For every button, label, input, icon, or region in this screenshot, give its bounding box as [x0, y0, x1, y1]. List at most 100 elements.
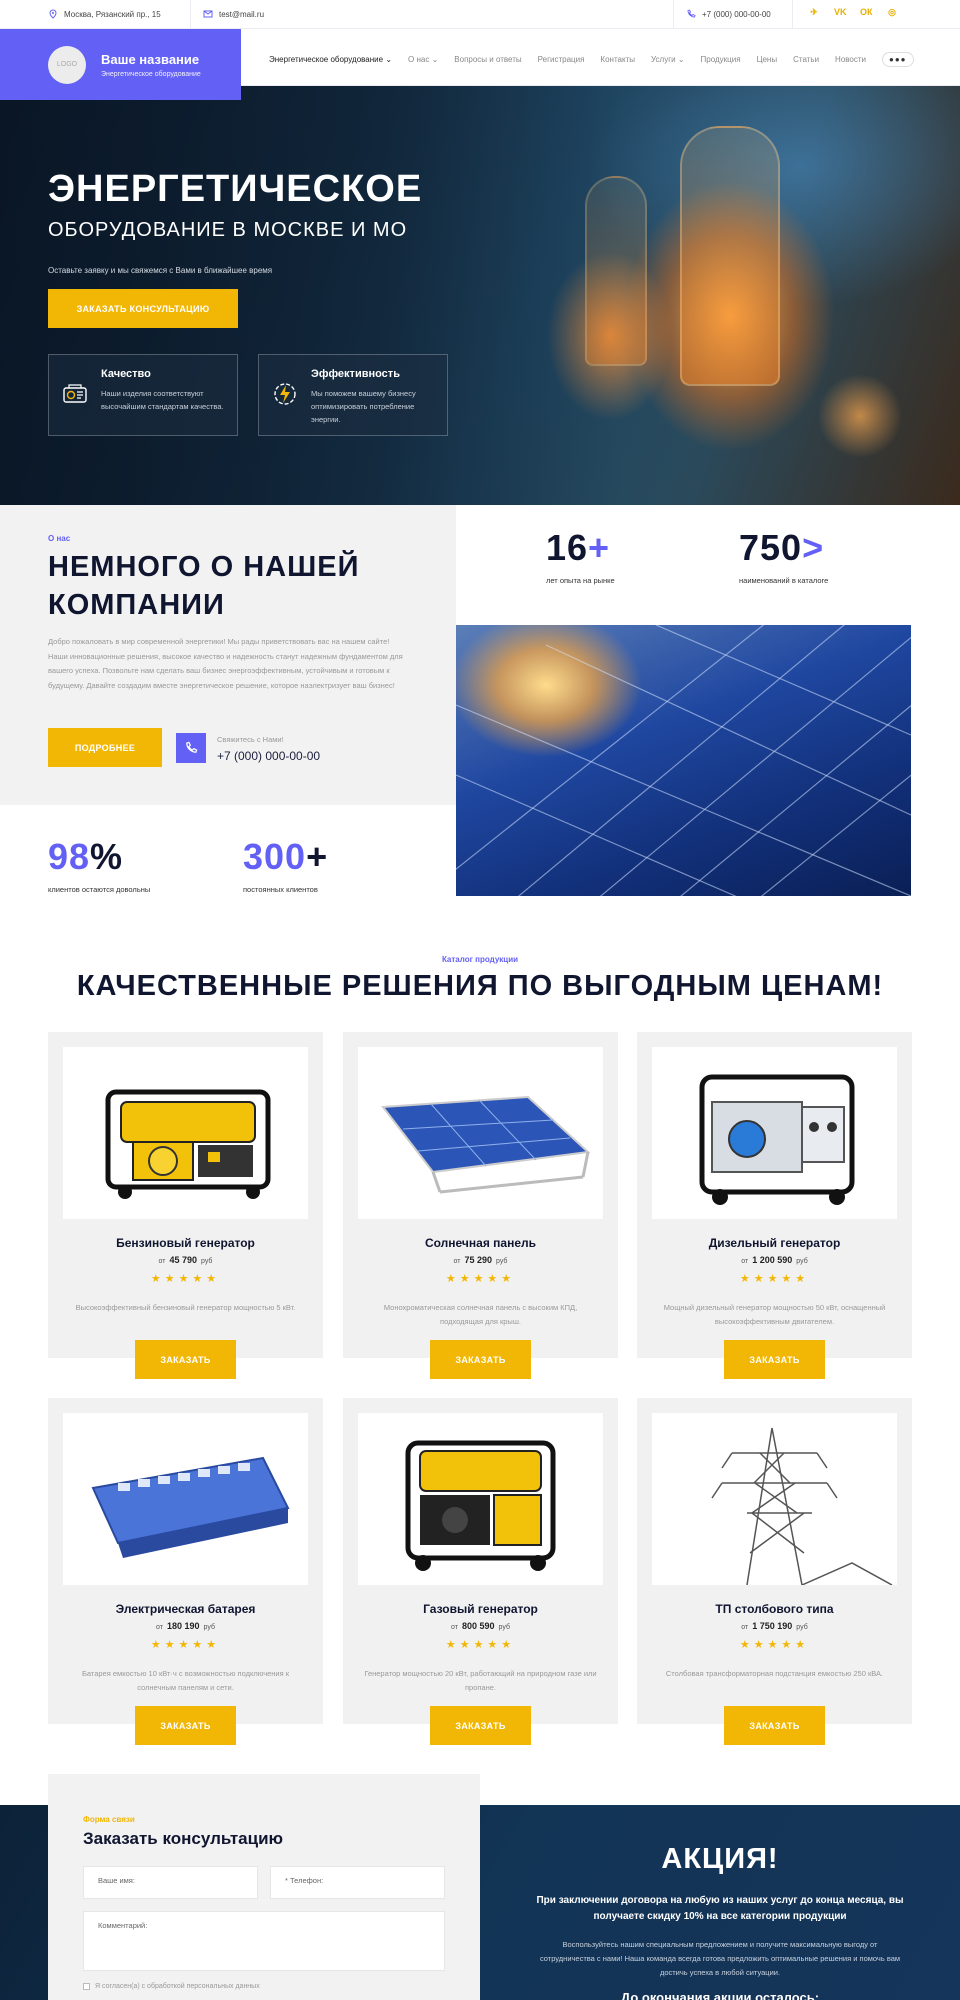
promo-countdown-title: До окончания акции осталось:	[620, 1990, 820, 2000]
email[interactable]: test@mail.ru	[203, 9, 264, 19]
order-button[interactable]: ЗАКАЗАТЬ	[724, 1340, 825, 1379]
price-value: 1 200 590	[752, 1255, 793, 1265]
brand-text: Ваше название Энергетическое оборудовани…	[101, 52, 201, 78]
feature-text: Наши изделия соответствуют высочайшим ст…	[101, 389, 224, 411]
product-image-solar-panel[interactable]	[358, 1047, 603, 1219]
nav-item-prices[interactable]: Цены	[757, 55, 778, 64]
order-button[interactable]: ЗАКАЗАТЬ	[430, 1706, 531, 1745]
order-button[interactable]: ЗАКАЗАТЬ	[135, 1340, 236, 1379]
nav-item-contacts[interactable]: Контакты	[600, 55, 635, 64]
price-prefix: от	[158, 1258, 166, 1265]
product-name: Электрическая батарея	[115, 1602, 256, 1616]
address: Москва, Рязанский пр., 15	[48, 9, 161, 19]
stat-years: 16+	[546, 527, 610, 569]
consent-checkbox[interactable]: Я согласен(а) с обработкой персональных …	[83, 1983, 260, 1990]
phone-input[interactable]: * Телефон:	[270, 1866, 445, 1899]
price-currency: руб	[498, 1624, 510, 1631]
price-currency: руб	[496, 1258, 508, 1265]
address-text: Москва, Рязанский пр., 15	[64, 9, 161, 19]
stat-suffix: +	[306, 836, 329, 877]
rating-stars: ★★★★★	[739, 1273, 810, 1285]
price-currency: руб	[796, 1258, 808, 1265]
stat-value: 16	[546, 527, 589, 568]
product-price: от 1 750 190 руб	[637, 1621, 912, 1631]
feature-title: Эффективность	[311, 368, 400, 380]
promo-title: АКЦИЯ!	[661, 1843, 779, 1875]
product-card: Солнечная панель от 75 290 руб ★★★★★ Монох…	[343, 1032, 618, 1379]
divider	[673, 0, 674, 29]
solar-panel-grid	[456, 625, 911, 896]
product-image-battery[interactable]	[63, 1413, 308, 1585]
order-button[interactable]: ЗАКАЗАТЬ	[135, 1706, 236, 1745]
hero-lamp-decoration	[585, 176, 647, 366]
stat-label: клиентов остаются довольны	[48, 885, 151, 894]
consultation-button[interactable]: ЗАКАЗАТЬ КОНСУЛЬТАЦИЮ	[48, 289, 238, 328]
phone-icon	[186, 741, 198, 753]
nav-item-products[interactable]: Продукция	[701, 55, 741, 64]
product-image-transmission-tower[interactable]	[652, 1413, 897, 1585]
about-title: НЕМНОГО О НАШЕЙ КОМПАНИИ	[48, 551, 360, 621]
contact-phone[interactable]: +7 (000) 000-00-00	[217, 749, 320, 763]
product-name: Дизельный генератор	[708, 1236, 841, 1250]
about-text: Добро пожаловать в мир современной энерг…	[48, 637, 403, 690]
rating-stars: ★★★★★	[445, 1639, 516, 1651]
product-image-petrol-generator[interactable]	[63, 1047, 308, 1219]
brand[interactable]: LOGO Ваше название Энергетическое оборуд…	[0, 29, 241, 100]
phone[interactable]: +7 (000) 000-00-00	[686, 9, 771, 19]
more-menu-button[interactable]: ●●●	[882, 52, 914, 67]
order-button[interactable]: ЗАКАЗАТЬ	[430, 1340, 531, 1379]
form-title: Заказать консультацию	[83, 1829, 284, 1848]
comment-input[interactable]: Комментарий:	[83, 1911, 445, 1971]
stat-label: лет опыта на рынке	[546, 576, 615, 585]
vk-icon[interactable]: VK	[834, 7, 847, 18]
phone-icon	[687, 9, 696, 18]
chevron-down-icon: ⌄	[431, 55, 439, 64]
transmission-tower-illustration	[711, 1427, 893, 1585]
rating-stars: ★★★★★	[445, 1273, 516, 1285]
product-card: Дизельный генератор от 1 200 590 руб ★★★★★…	[637, 1032, 912, 1379]
nav-item-registration[interactable]: Регистрация	[538, 55, 585, 64]
price-value: 800 590	[462, 1621, 495, 1631]
product-description: Батарея емкостью 10 кВт·ч с возможностью…	[81, 1669, 290, 1692]
nav-item-news[interactable]: Новости	[835, 55, 866, 64]
feature-title: Качество	[101, 368, 151, 380]
product-card: Газовый генератор от 800 590 руб ★★★★★ Ген…	[343, 1398, 618, 1745]
chevron-down-icon: ⌄	[385, 55, 393, 64]
nav-item-articles[interactable]: Статьи	[793, 55, 819, 64]
nav-item-equipment[interactable]: Энергетическое оборудование ⌄	[269, 55, 392, 64]
price-prefix: от	[741, 1258, 749, 1265]
stat-suffix: +	[588, 527, 611, 568]
quality-badge-icon	[63, 384, 87, 403]
product-image-diesel-generator[interactable]	[652, 1047, 897, 1219]
nav-item-about[interactable]: О нас ⌄	[408, 55, 438, 64]
mail-icon	[203, 10, 213, 18]
product-description: Столбовая трансформаторная подстанция ем…	[665, 1669, 884, 1678]
location-icon	[49, 9, 57, 19]
more-button[interactable]: ПОДРОБНЕЕ	[48, 728, 162, 767]
name-input[interactable]: Ваше имя:	[83, 1866, 258, 1899]
stat-catalog: 750>	[739, 527, 824, 569]
product-description: Монохроматическая солнечная панель с выс…	[383, 1303, 578, 1326]
product-description: Мощный дизельный генератор мощностью 50 …	[663, 1303, 886, 1326]
consent-label: Я согласен(а) с обработкой персональных …	[95, 1983, 260, 1990]
telegram-icon[interactable]: ✈	[808, 7, 820, 18]
nav-item-services[interactable]: Услуги ⌄	[651, 55, 685, 64]
stat-satisfied: 98%	[48, 836, 123, 878]
price-prefix: от	[156, 1624, 163, 1631]
catalog-title: КАЧЕСТВЕННЫЕ РЕШЕНИЯ ПО ВЫГОДНЫМ ЦЕНАМ!	[76, 970, 884, 1002]
price-prefix: от	[741, 1624, 749, 1631]
contact-phone-icon[interactable]	[176, 733, 206, 763]
price-prefix: от	[451, 1624, 458, 1631]
hero-section: ЭНЕРГЕТИЧЕСКОЕ ОБОРУДОВАНИЕ В МОСКВЕ И М…	[0, 86, 960, 505]
order-button[interactable]: ЗАКАЗАТЬ	[724, 1706, 825, 1745]
nav-item-faq[interactable]: Вопросы и ответы	[454, 55, 521, 64]
rating-stars: ★★★★★	[739, 1639, 810, 1651]
chevron-down-icon: ⌄	[677, 55, 685, 64]
whatsapp-icon[interactable]: ◎	[886, 7, 898, 18]
product-price: от 180 190 руб	[48, 1621, 323, 1631]
odnoklassniki-icon[interactable]: ОК	[860, 7, 873, 18]
product-image-gas-generator[interactable]	[358, 1413, 603, 1585]
gas-generator-illustration	[405, 1440, 556, 1571]
checkbox-box[interactable]	[83, 1983, 90, 1990]
product-name: Солнечная панель	[424, 1236, 536, 1250]
